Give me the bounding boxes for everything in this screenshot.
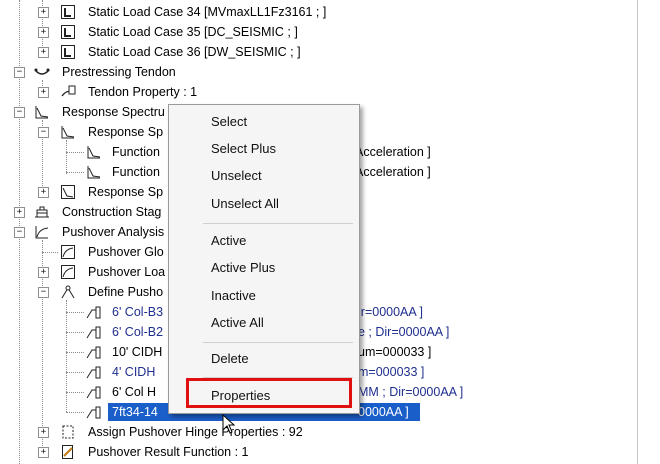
function-icon <box>87 146 101 159</box>
spectrum-load-icon <box>61 185 75 199</box>
tree-row-label: Pushover Glo <box>88 245 164 259</box>
tree-row-label: Response Sp <box>88 125 164 139</box>
tree-row-label: Response Spectru <box>62 105 165 119</box>
menu-item-active-plus[interactable]: Active Plus <box>211 257 275 279</box>
tree-row-suffix: 0000AA ] <box>358 405 409 419</box>
tree-row-label: Static Load Case 36 [DW_SEISMIC ; ] <box>88 45 301 59</box>
hinge-icon <box>86 306 101 319</box>
tree-row-label: Function <box>112 165 160 179</box>
tree-line <box>66 412 84 413</box>
highlight-callout-box <box>186 378 352 408</box>
tree-row-tendon-property[interactable]: + Tendon Property : 1 <box>0 82 600 102</box>
tree-row-label: 6' Col-B3 <box>112 305 164 319</box>
tree-row-label: Pushover Analysis <box>62 225 165 239</box>
tree-row-label: Assign Pushover Hinge Properties : 92 <box>88 425 303 439</box>
menu-item-unselect-all[interactable]: Unselect All <box>211 193 279 215</box>
tree-line <box>66 372 84 373</box>
collapse-minus-icon[interactable]: − <box>38 127 49 138</box>
tree-row-suffix: Acceleration ] <box>355 165 431 179</box>
tree-row-label: Tendon Property : 1 <box>88 85 198 99</box>
tree-row-load-case-36[interactable]: + Static Load Case 36 [DW_SEISMIC ; ] <box>0 42 600 62</box>
load-case-icon <box>61 45 75 59</box>
tree-row-label: 10' CIDH <box>112 345 163 359</box>
tree-line <box>66 172 84 173</box>
spectrum-icon <box>35 106 49 119</box>
panel-border <box>637 0 638 464</box>
tree-line <box>42 252 58 253</box>
expand-plus-icon[interactable]: + <box>38 27 49 38</box>
tree-row-suffix: m=000033 ] <box>358 365 425 379</box>
spectrum-icon <box>61 126 75 139</box>
tree-line <box>66 312 84 313</box>
expand-plus-icon[interactable]: + <box>38 427 49 438</box>
result-function-icon <box>62 445 73 459</box>
tree-row-prestressing-tendon[interactable]: − Prestressing Tendon <box>0 62 600 82</box>
tree-row-label: 6' Col-B2 <box>112 325 164 339</box>
tree-line <box>66 152 84 153</box>
mouse-cursor-icon <box>222 414 236 434</box>
pushover-global-icon <box>61 245 75 259</box>
collapse-minus-icon[interactable]: − <box>38 287 49 298</box>
tendon-property-icon <box>61 85 76 97</box>
load-case-icon <box>61 5 75 19</box>
collapse-minus-icon[interactable]: − <box>14 67 25 78</box>
tree-row-label: Pushover Result Function : 1 <box>88 445 249 459</box>
context-menu: Select Select Plus Unselect Unselect All… <box>168 104 360 414</box>
pushover-icon <box>35 226 49 239</box>
tree-row-suffix: ir=0000AA ] <box>358 305 423 319</box>
menu-item-active[interactable]: Active <box>211 230 246 252</box>
tree-row-label: 6' Col H <box>112 385 157 399</box>
tree-row-load-case-34[interactable]: + Static Load Case 34 [MVmaxLL1Fz3161 ; … <box>0 2 600 22</box>
collapse-minus-icon[interactable]: − <box>14 227 25 238</box>
menu-item-select-plus[interactable]: Select Plus <box>211 138 276 160</box>
tendon-icon <box>34 68 50 75</box>
menu-item-delete[interactable]: Delete <box>211 348 249 370</box>
tree-row-label: Static Load Case 34 [MVmaxLL1Fz3161 ; ] <box>88 5 327 19</box>
tree-row-label: 4' CIDH <box>112 365 156 379</box>
menu-item-select[interactable]: Select <box>211 111 247 133</box>
menu-item-inactive[interactable]: Inactive <box>211 285 256 307</box>
function-icon <box>87 166 101 179</box>
tree-row-suffix: MM ; Dir=0000AA ] <box>358 385 464 399</box>
tree-line <box>66 332 84 333</box>
hinge-icon <box>86 326 101 339</box>
hinge-icon <box>86 386 101 399</box>
expand-plus-icon[interactable]: + <box>14 207 25 218</box>
tree-row-label: 7ft34-14 <box>112 405 158 419</box>
tree-row-label: Pushover Loa <box>88 265 166 279</box>
pushover-load-icon <box>61 265 75 279</box>
load-case-icon <box>61 25 75 39</box>
tree-row-pushover-result-function[interactable]: + Pushover Result Function : 1 <box>0 442 600 462</box>
expand-plus-icon[interactable]: + <box>38 447 49 458</box>
tree-row-suffix: Acceleration ] <box>355 145 431 159</box>
tree-row-label: Construction Stag <box>62 205 162 219</box>
tree-row-suffix: e ; Dir=0000AA ] <box>358 325 450 339</box>
tree-row-load-case-35[interactable]: + Static Load Case 35 [DC_SEISMIC ; ] <box>0 22 600 42</box>
hinge-icon <box>86 366 101 379</box>
construction-stage-icon <box>35 206 49 218</box>
assign-hinge-icon <box>62 425 74 439</box>
expand-plus-icon[interactable]: + <box>38 267 49 278</box>
menu-item-unselect[interactable]: Unselect <box>211 165 262 187</box>
hinge-icon <box>86 346 101 359</box>
tree-row-label: Response Sp <box>88 185 164 199</box>
expand-plus-icon[interactable]: + <box>38 187 49 198</box>
tree-row-assign-pushover-hinge[interactable]: + Assign Pushover Hinge Properties : 92 <box>0 422 600 442</box>
tree-row-label: Define Pusho <box>88 285 164 299</box>
tree-row-label: Static Load Case 35 [DC_SEISMIC ; ] <box>88 25 298 39</box>
menu-item-active-all[interactable]: Active All <box>211 312 264 334</box>
collapse-minus-icon[interactable]: − <box>14 107 25 118</box>
tree-row-label: Function <box>112 145 160 159</box>
hinge-icon <box>86 406 101 419</box>
tree-row-label: Prestressing Tendon <box>62 65 176 79</box>
tree-line <box>66 392 84 393</box>
expand-plus-icon[interactable]: + <box>38 47 49 58</box>
menu-separator <box>203 223 353 224</box>
tree-row-suffix: um=000033 ] <box>358 345 432 359</box>
expand-plus-icon[interactable]: + <box>38 7 49 18</box>
expand-plus-icon[interactable]: + <box>38 87 49 98</box>
tree-line <box>66 352 84 353</box>
hinge-define-icon <box>61 285 75 299</box>
menu-separator <box>203 342 353 343</box>
